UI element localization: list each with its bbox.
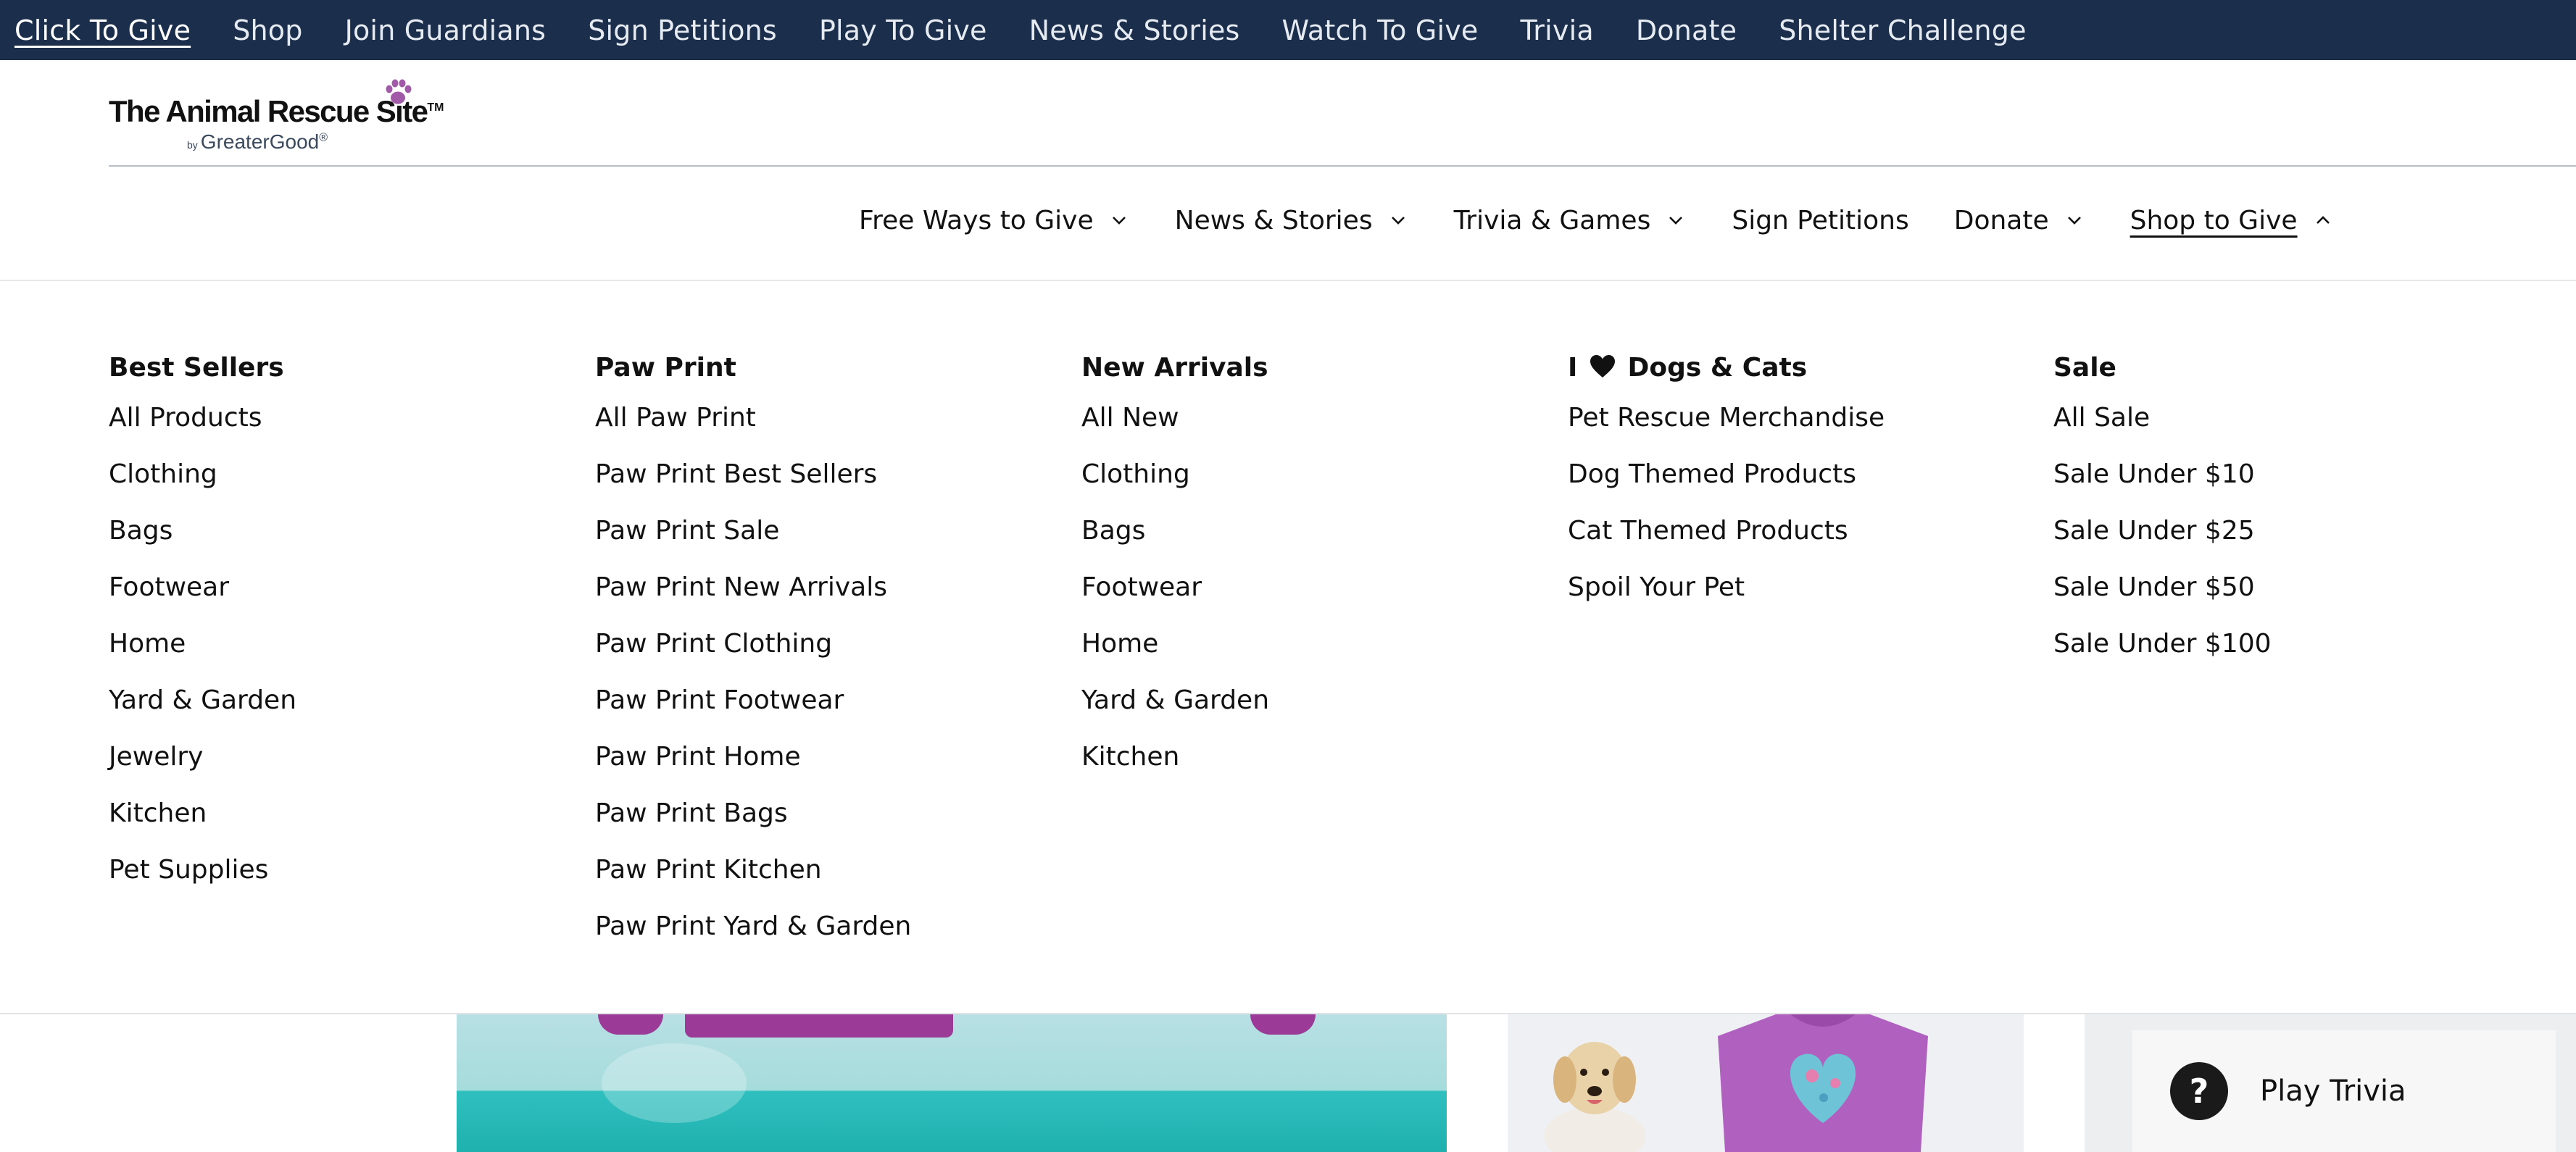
heading-text-post: Dogs & Cats [1627,353,1808,383]
page: Click To Give Shop Join Guardians Sign P… [0,0,2576,1152]
chevron-down-icon [1112,217,1126,225]
dog-photo-icon [1544,1042,1645,1152]
menu-link[interactable]: Footwear [109,559,573,616]
menu-link[interactable]: Home [109,616,573,672]
menu-link[interactable]: Paw Print Sale [595,503,1059,559]
menu-link[interactable]: Home [1081,616,1545,672]
chevron-down-icon [2067,217,2081,225]
hero-decoration [602,1043,747,1123]
heart-icon [1590,355,1615,377]
menu-link[interactable]: All Paw Print [595,390,1059,446]
menu-link[interactable]: Paw Print Clothing [595,616,1059,672]
nav-label: Free Ways to Give [859,205,1094,235]
topnav-news-stories[interactable]: News & Stories [1029,14,1240,46]
menu-link[interactable]: Clothing [1081,446,1545,503]
menu-link[interactable]: Paw Print Best Sellers [595,446,1059,503]
topnav-watch-to-give[interactable]: Watch To Give [1282,14,1479,46]
hero-banner[interactable] [457,1014,1447,1152]
hero-decoration [598,1014,663,1035]
menu-heading[interactable]: Sale [2053,346,2517,390]
menu-link[interactable]: Yard & Garden [109,672,573,729]
menu-link[interactable]: All New [1081,390,1545,446]
menu-link[interactable]: Sale Under $50 [2053,559,2517,616]
question-icon: ? [2170,1062,2228,1120]
topnav-join-guardians[interactable]: Join Guardians [345,14,547,46]
menu-link[interactable]: Pet Rescue Merchandise [1568,390,2032,446]
nav-donate[interactable]: Donate [1954,206,2085,235]
menu-column-paw-print: Paw Print All Paw Print Paw Print Best S… [595,346,1059,955]
heading-text-pre: I [1568,353,1578,383]
menu-link[interactable]: Kitchen [1081,729,1545,785]
chevron-up-icon [2316,216,2330,224]
topnav-sign-petitions[interactable]: Sign Petitions [588,14,777,46]
nav-label: News & Stories [1174,205,1373,235]
play-trivia-label: Play Trivia [2260,1074,2406,1108]
header-divider [109,165,2576,167]
menu-link[interactable]: Clothing [109,446,573,503]
menu-link[interactable]: All Products [109,390,573,446]
menu-heading[interactable]: Paw Print [595,346,1059,390]
tshirt-photo-icon [1718,1014,1928,1152]
topnav-trivia[interactable]: Trivia [1520,14,1593,46]
menu-link[interactable]: Paw Print Yard & Garden [595,898,1059,955]
menu-link[interactable]: Yard & Garden [1081,672,1545,729]
menu-link[interactable]: Kitchen [109,785,573,842]
menu-link[interactable]: Dog Themed Products [1568,446,2032,503]
top-utility-nav: Click To Give Shop Join Guardians Sign P… [0,0,2576,60]
shop-mega-menu: Best Sellers All Products Clothing Bags … [0,281,2576,1014]
paw-icon [386,79,412,104]
menu-column-best-sellers: Best Sellers All Products Clothing Bags … [109,346,573,898]
menu-link[interactable]: Paw Print Home [595,729,1059,785]
topnav-donate[interactable]: Donate [1636,14,1737,46]
nav-sign-petitions[interactable]: Sign Petitions [1732,206,1908,235]
menu-link[interactable]: Pet Supplies [109,842,573,898]
nav-news-stories[interactable]: News & Stories [1175,206,1409,235]
menu-column-dogs-cats: I Dogs & Cats Pet Rescue Merchandise Dog… [1568,346,2032,616]
menu-column-sale: Sale All Sale Sale Under $10 Sale Under … [2053,346,2517,672]
site-logo[interactable]: The Animal Rescue SiteTM by GreaterGood® [109,75,444,155]
menu-link[interactable]: Jewelry [109,729,573,785]
menu-link[interactable]: Paw Print Bags [595,785,1059,842]
page-content: ? Play Trivia [0,1014,2576,1152]
sidebar-panel: ? Play Trivia [2085,1014,2576,1152]
chevron-down-icon [1391,217,1405,225]
topnav-shop[interactable]: Shop [233,14,302,46]
nav-label: Donate [1953,205,2049,235]
hero-decoration [1250,1014,1316,1035]
menu-column-new-arrivals: New Arrivals All New Clothing Bags Footw… [1081,346,1545,785]
menu-link[interactable]: Sale Under $100 [2053,616,2517,672]
menu-link[interactable]: Footwear [1081,559,1545,616]
nav-shop-to-give[interactable]: Shop to Give [2130,206,2334,235]
menu-link[interactable]: Paw Print New Arrivals [595,559,1059,616]
menu-link[interactable]: Paw Print Footwear [595,672,1059,729]
hero-button-shape [685,1014,953,1038]
menu-link[interactable]: All Sale [2053,390,2517,446]
menu-heading[interactable]: Best Sellers [109,346,573,390]
menu-link[interactable]: Sale Under $25 [2053,503,2517,559]
menu-link[interactable]: Bags [1081,503,1545,559]
topnav-shelter-challenge[interactable]: Shelter Challenge [1779,14,2027,46]
menu-link[interactable]: Spoil Your Pet [1568,559,2032,616]
menu-heading[interactable]: I Dogs & Cats [1568,346,2032,390]
nav-label: Trivia & Games [1453,205,1651,235]
nav-label: Shop to Give [2130,205,2298,235]
topnav-play-to-give[interactable]: Play To Give [819,14,987,46]
menu-heading[interactable]: New Arrivals [1081,346,1545,390]
menu-link[interactable]: Paw Print Kitchen [595,842,1059,898]
nav-trivia-games[interactable]: Trivia & Games [1454,206,1687,235]
play-trivia-button[interactable]: ? Play Trivia [2132,1030,2556,1152]
menu-link[interactable]: Cat Themed Products [1568,503,2032,559]
menu-link[interactable]: Bags [109,503,573,559]
nav-free-ways-to-give[interactable]: Free Ways to Give [859,206,1130,235]
logo-byline: by GreaterGood® [187,130,328,153]
menu-link[interactable]: Sale Under $10 [2053,446,2517,503]
product-image[interactable] [1508,1014,2024,1152]
chevron-down-icon [1669,217,1683,225]
topnav-click-to-give[interactable]: Click To Give [14,14,191,46]
nav-label: Sign Petitions [1732,205,1909,235]
main-nav: Free Ways to Give News & Stories Trivia … [859,200,2379,241]
